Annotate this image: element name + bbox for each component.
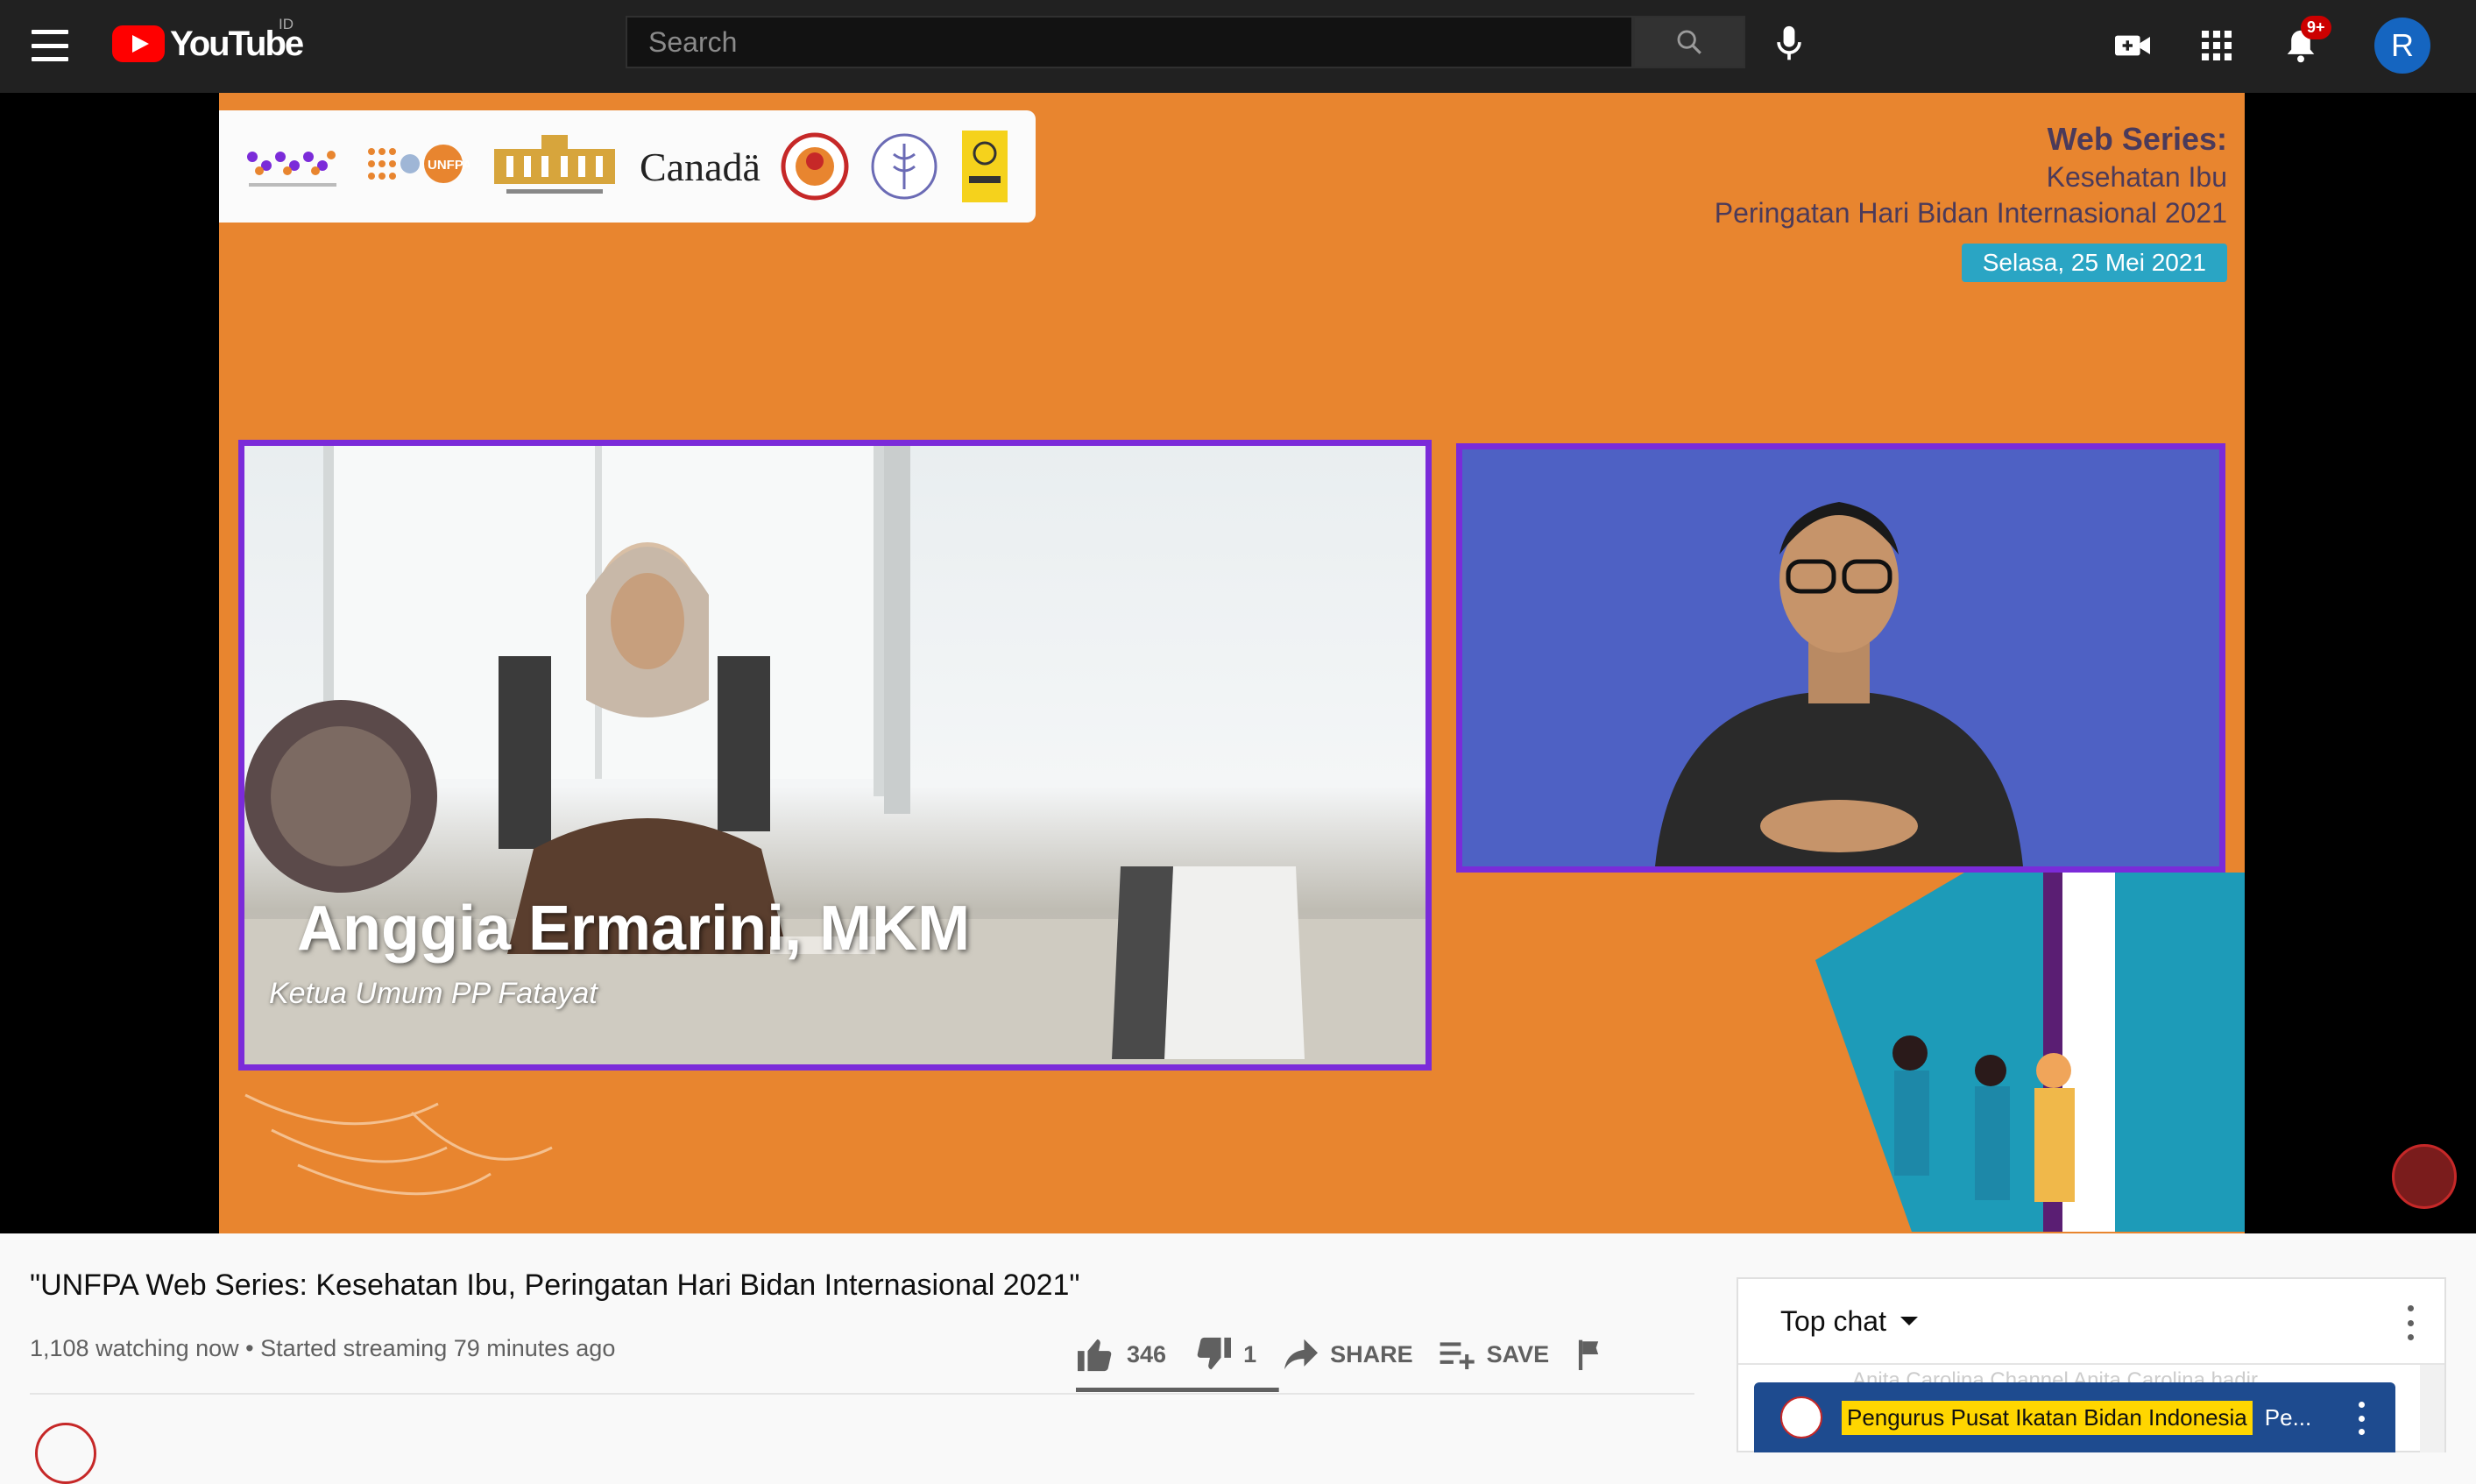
apps-icon — [2202, 31, 2232, 60]
unfpa-logo: UNFPA — [364, 136, 470, 197]
decorative-illustration — [1815, 873, 2245, 1232]
save-label: SAVE — [1486, 1340, 1550, 1367]
svg-text:UNFPA: UNFPA — [428, 158, 470, 173]
sign-language-panel — [1456, 443, 2225, 873]
search-input[interactable]: Search — [626, 16, 1633, 68]
share-button[interactable]: SHARE — [1283, 1338, 1413, 1371]
dislike-button[interactable]: 1 — [1192, 1336, 1256, 1373]
ibi-logo — [869, 131, 939, 201]
share-label: SHARE — [1330, 1340, 1413, 1367]
like-ratio-fill — [1076, 1388, 1279, 1392]
speaker-video-panel: Anggia Ermarini, MKM Ketua Umum PP Fatay… — [238, 440, 1432, 1071]
video-player[interactable]: UNFPA Canadä Web Series: Kesehatan Ibu P… — [0, 93, 2476, 1233]
video-title: "UNFPA Web Series: Kesehatan Ibu, Pering… — [30, 1268, 1080, 1302]
thumbs-down-icon — [1197, 1337, 1232, 1370]
menu-icon[interactable] — [32, 30, 68, 61]
create-button[interactable] — [2108, 21, 2157, 70]
voice-search-button[interactable] — [1770, 19, 1808, 68]
masthead: YouTube ID Search 9+ R — [0, 0, 2476, 93]
speaker-role: Ketua Umum PP Fatayat — [269, 977, 598, 1010]
like-dislike-ratio-bar — [1076, 1388, 1279, 1392]
share-icon — [1284, 1339, 1319, 1370]
speaker-name: Anggia Ermarini, MKM — [297, 894, 971, 964]
speaker-scene-illustration — [244, 446, 1425, 1064]
channel-watermark[interactable] — [2392, 1144, 2457, 1209]
pinned-author-avatar — [1780, 1396, 1822, 1438]
live-chat-panel: Top chat Anita Carolina Channel Anita Ca… — [1737, 1277, 2446, 1452]
thumbs-up-icon — [1078, 1339, 1112, 1372]
sponsor-logo-bar: UNFPA Canadä — [219, 110, 1036, 223]
pinned-message-text: Pe... — [2264, 1403, 2312, 1431]
interpreter-illustration — [1462, 449, 2219, 866]
series-title-line-3: Peringatan Hari Bidan Internasional 2021 — [1714, 197, 2227, 229]
chat-scrollbar[interactable] — [2420, 1365, 2444, 1452]
chevron-down-icon[interactable] — [1899, 1317, 1918, 1325]
youtube-play-icon — [112, 25, 165, 62]
chat-more-icon[interactable] — [2408, 1305, 2415, 1340]
flag-icon — [1579, 1339, 1599, 1370]
channel-avatar[interactable] — [35, 1423, 96, 1484]
search-placeholder: Search — [648, 25, 738, 58]
notification-badge: 9+ — [2301, 16, 2331, 39]
chat-mode-selector[interactable]: Top chat — [1780, 1305, 1886, 1338]
save-button[interactable]: SAVE — [1440, 1339, 1550, 1369]
youtube-logo[interactable]: YouTube — [112, 25, 304, 63]
like-button[interactable]: 346 — [1076, 1336, 1166, 1373]
dislike-count: 1 — [1243, 1340, 1257, 1367]
university-logo — [959, 127, 1011, 206]
pinned-more-icon[interactable] — [2359, 1402, 2366, 1435]
kantor-staf-presiden-logo — [489, 131, 620, 201]
search-icon — [1677, 30, 1701, 54]
series-date-badge: Selasa, 25 Mei 2021 — [1961, 244, 2227, 282]
video-actions: 346 1 SHARE SAVE — [1076, 1330, 1631, 1379]
series-title: Web Series: Kesehatan Ibu Peringatan Har… — [1715, 121, 2227, 230]
chat-header: Top chat — [1738, 1279, 2444, 1365]
playlist-add-icon — [1440, 1342, 1475, 1369]
pinned-message[interactable]: Pengurus Pusat Ikatan Bidan Indonesia Pe… — [1754, 1382, 2395, 1452]
info-divider — [30, 1393, 1694, 1395]
canada-wordmark: Canadä — [640, 144, 760, 189]
fatayat-logo — [780, 131, 850, 201]
search-button[interactable] — [1633, 16, 1745, 68]
mic-icon — [1777, 25, 1801, 60]
country-code: ID — [279, 16, 294, 32]
account-avatar[interactable]: R — [2374, 18, 2430, 74]
like-count: 346 — [1127, 1340, 1167, 1367]
pinned-author-name: Pengurus Pusat Ikatan Bidan Indonesia — [1842, 1400, 2253, 1435]
series-title-line-2: Kesehatan Ibu — [2046, 161, 2227, 193]
video-meta: 1,108 watching now • Started streaming 7… — [30, 1335, 616, 1361]
video-frame[interactable]: UNFPA Canadä Web Series: Kesehatan Ibu P… — [219, 93, 2245, 1233]
report-button[interactable] — [1575, 1339, 1605, 1370]
create-video-icon — [2115, 35, 2150, 56]
apps-button[interactable] — [2192, 21, 2241, 70]
series-title-line-1: Web Series: — [2047, 121, 2227, 157]
knowledge-hub-logo — [240, 136, 345, 197]
floral-decoration — [244, 1093, 553, 1196]
